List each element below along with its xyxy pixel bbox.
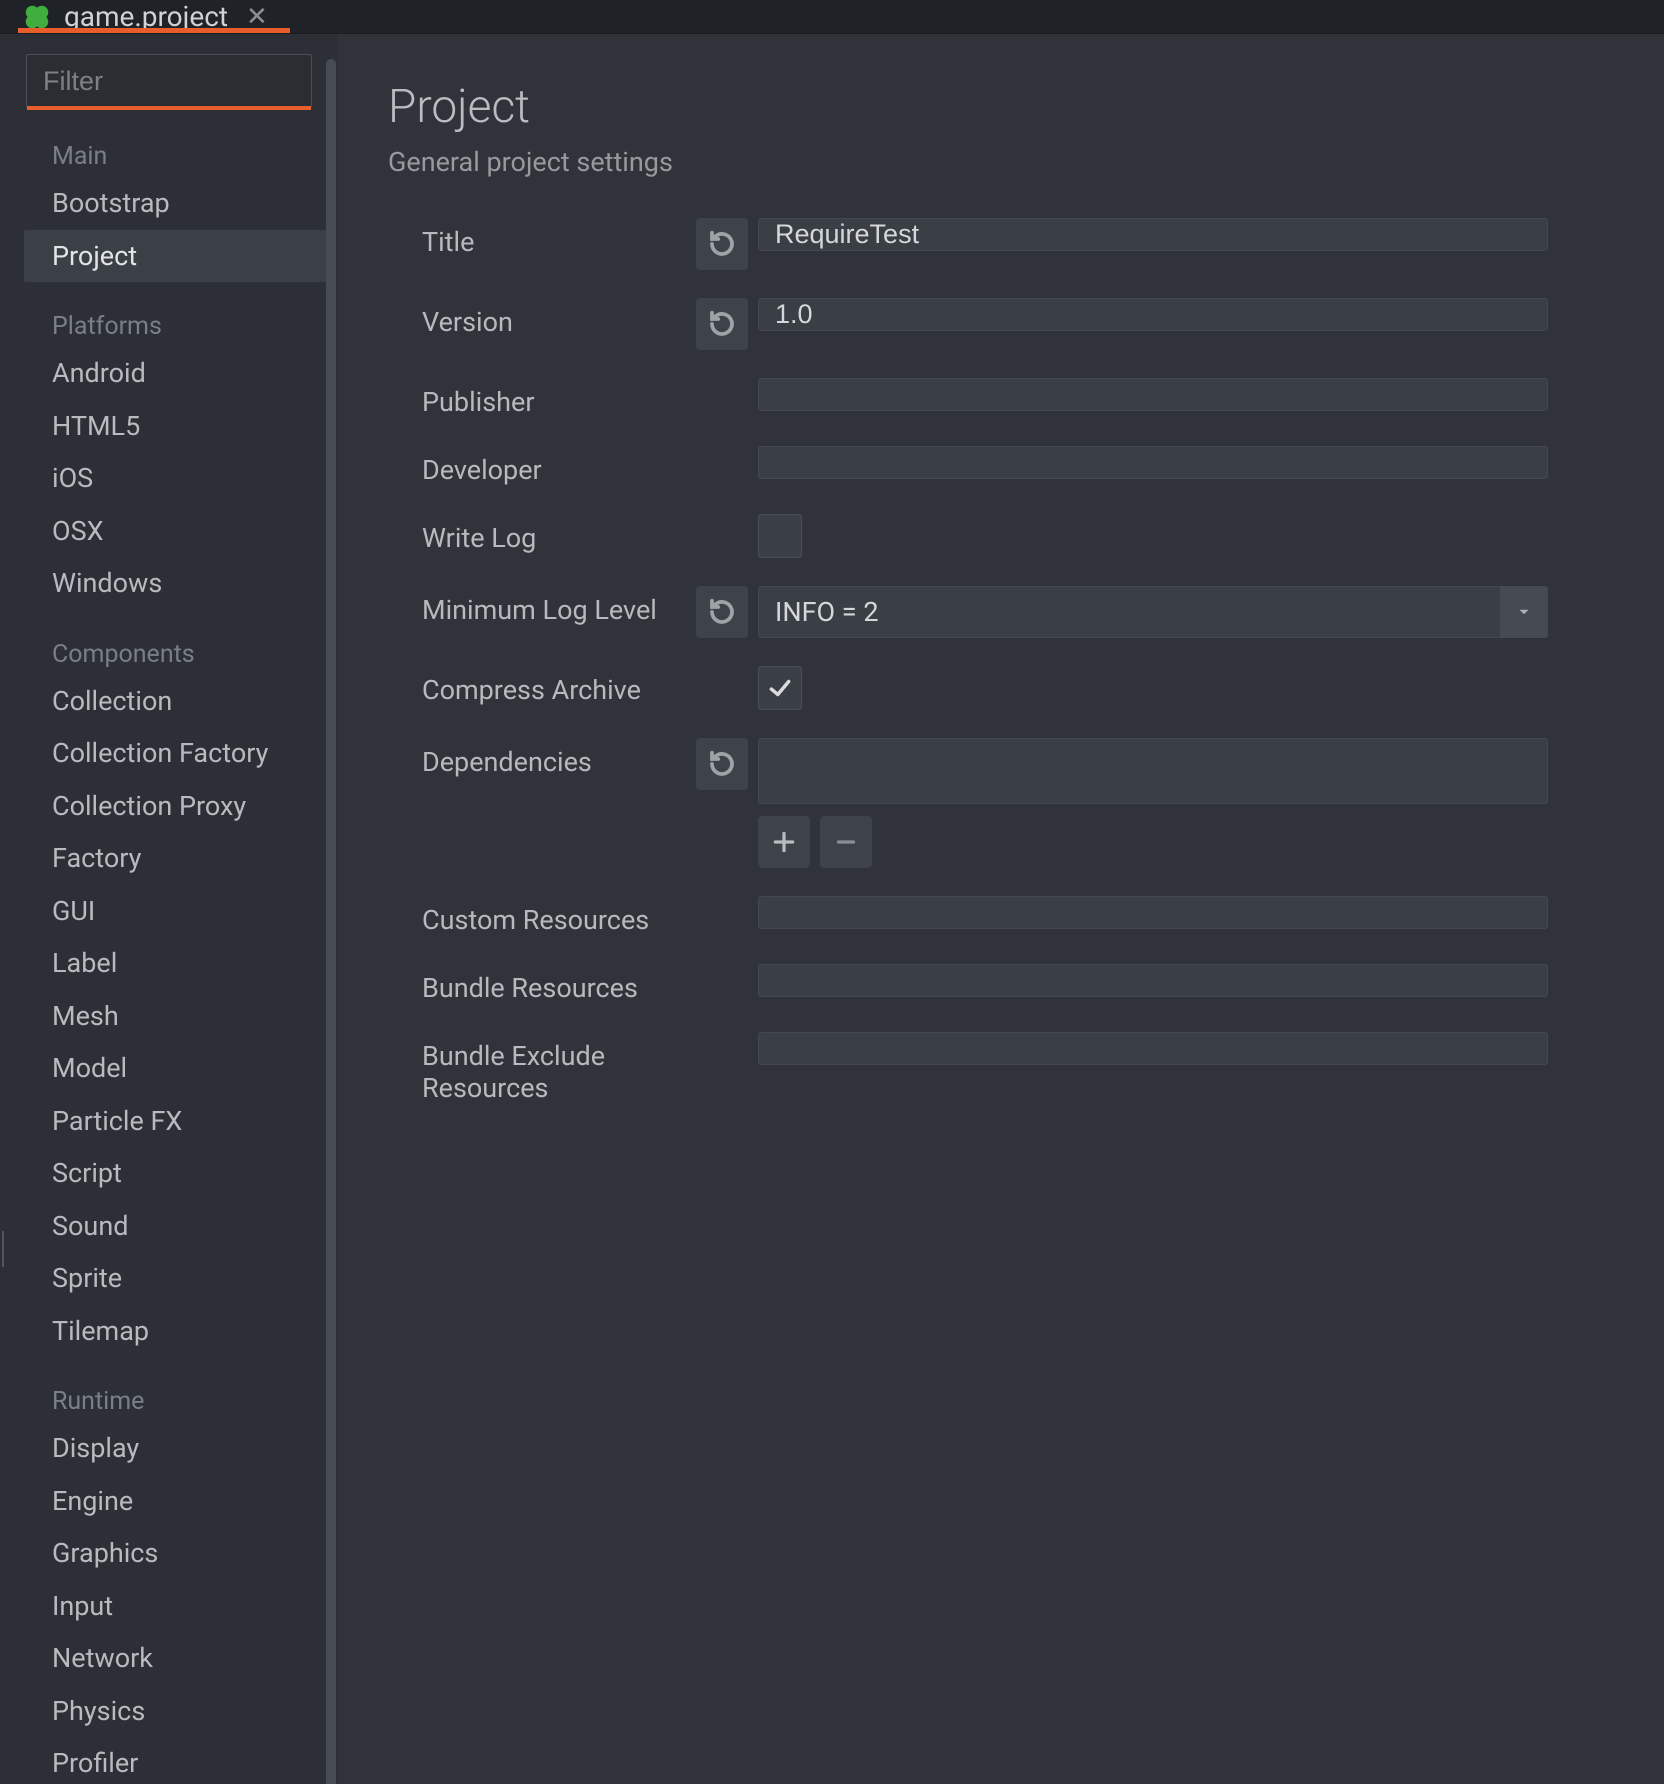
defold-logo-icon [22,2,52,32]
sidebar-item-factory[interactable]: Factory [0,832,338,885]
reset-min-log-button[interactable] [696,586,748,638]
label-write-log: Write Log [388,514,696,554]
filter-input[interactable] [27,66,338,97]
sidebar-item-sound[interactable]: Sound [0,1200,338,1253]
sidebar-item-profiler[interactable]: Profiler [0,1737,338,1784]
select-min-log-dropdown[interactable] [1500,586,1548,638]
sidebar-item-android[interactable]: Android [0,347,338,400]
sidebar-item-graphics[interactable]: Graphics [0,1527,338,1580]
label-bundle-excl: Bundle Exclude Resources [388,1032,696,1104]
input-developer[interactable] [758,446,1548,479]
remove-dep-button[interactable] [820,816,872,868]
sidebar-item-display[interactable]: Display [0,1422,338,1475]
input-publisher[interactable] [758,378,1548,411]
deps-list[interactable] [758,738,1548,804]
label-developer: Developer [388,446,696,486]
select-min-log[interactable]: INFO = 2 [758,586,1500,638]
sidebar-item-bootstrap[interactable]: Bootstrap [0,177,338,230]
checkbox-compress[interactable] [758,666,802,710]
close-icon[interactable]: ✕ [246,2,268,32]
main-panel: Project General project settings Title V… [338,34,1664,1784]
reset-title-button[interactable] [696,218,748,270]
sidebar-item-project[interactable]: Project [24,230,332,283]
sidebar: MainBootstrapProjectPlatformsAndroidHTML… [0,34,338,1784]
reset-deps-button[interactable] [696,738,748,790]
label-compress: Compress Archive [388,666,696,706]
sidebar-item-network[interactable]: Network [0,1632,338,1685]
sidebar-item-model[interactable]: Model [0,1042,338,1095]
input-title[interactable] [758,218,1548,251]
reset-version-button[interactable] [696,298,748,350]
sidebar-item-engine[interactable]: Engine [0,1475,338,1528]
sidebar-scrollbar[interactable] [324,59,338,1784]
input-custom-res[interactable] [758,896,1548,929]
input-bundle-excl[interactable] [758,1032,1548,1065]
sidebar-item-windows[interactable]: Windows [0,557,338,610]
label-bundle-res: Bundle Resources [388,964,696,1004]
sidebar-item-physics[interactable]: Physics [0,1685,338,1738]
sidebar-item-html5[interactable]: HTML5 [0,400,338,453]
section-title: Main [0,118,338,177]
sidebar-item-tilemap[interactable]: Tilemap [0,1305,338,1358]
label-publisher: Publisher [388,378,696,418]
section-title: Platforms [0,282,338,347]
label-deps: Dependencies [388,738,696,778]
label-title: Title [388,218,696,258]
tab-bar: game.project ✕ [0,0,1664,34]
sidebar-item-particle-fx[interactable]: Particle FX [0,1095,338,1148]
sidebar-item-sprite[interactable]: Sprite [0,1252,338,1305]
sidebar-item-mesh[interactable]: Mesh [0,990,338,1043]
sidebar-item-input[interactable]: Input [0,1580,338,1633]
label-custom-res: Custom Resources [388,896,696,936]
add-dep-button[interactable] [758,816,810,868]
input-bundle-res[interactable] [758,964,1548,997]
sidebar-item-gui[interactable]: GUI [0,885,338,938]
checkbox-write-log[interactable] [758,514,802,558]
sidebar-item-collection[interactable]: Collection [0,675,338,728]
resize-grip[interactable] [0,1224,4,1274]
section-title: Runtime [0,1357,338,1422]
sidebar-item-ios[interactable]: iOS [0,452,338,505]
page-subtitle: General project settings [388,146,1594,178]
filter-box [26,54,312,108]
tab-label: game.project [64,0,228,33]
label-min-log: Minimum Log Level [388,586,696,626]
sidebar-item-script[interactable]: Script [0,1147,338,1200]
page-title: Project [388,80,1594,134]
sidebar-item-osx[interactable]: OSX [0,505,338,558]
sidebar-item-label[interactable]: Label [0,937,338,990]
label-version: Version [388,298,696,338]
sidebar-item-collection-proxy[interactable]: Collection Proxy [0,780,338,833]
tab-game-project[interactable]: game.project ✕ [0,0,290,33]
sidebar-item-collection-factory[interactable]: Collection Factory [0,727,338,780]
input-version[interactable] [758,298,1548,331]
section-title: Components [0,610,338,675]
